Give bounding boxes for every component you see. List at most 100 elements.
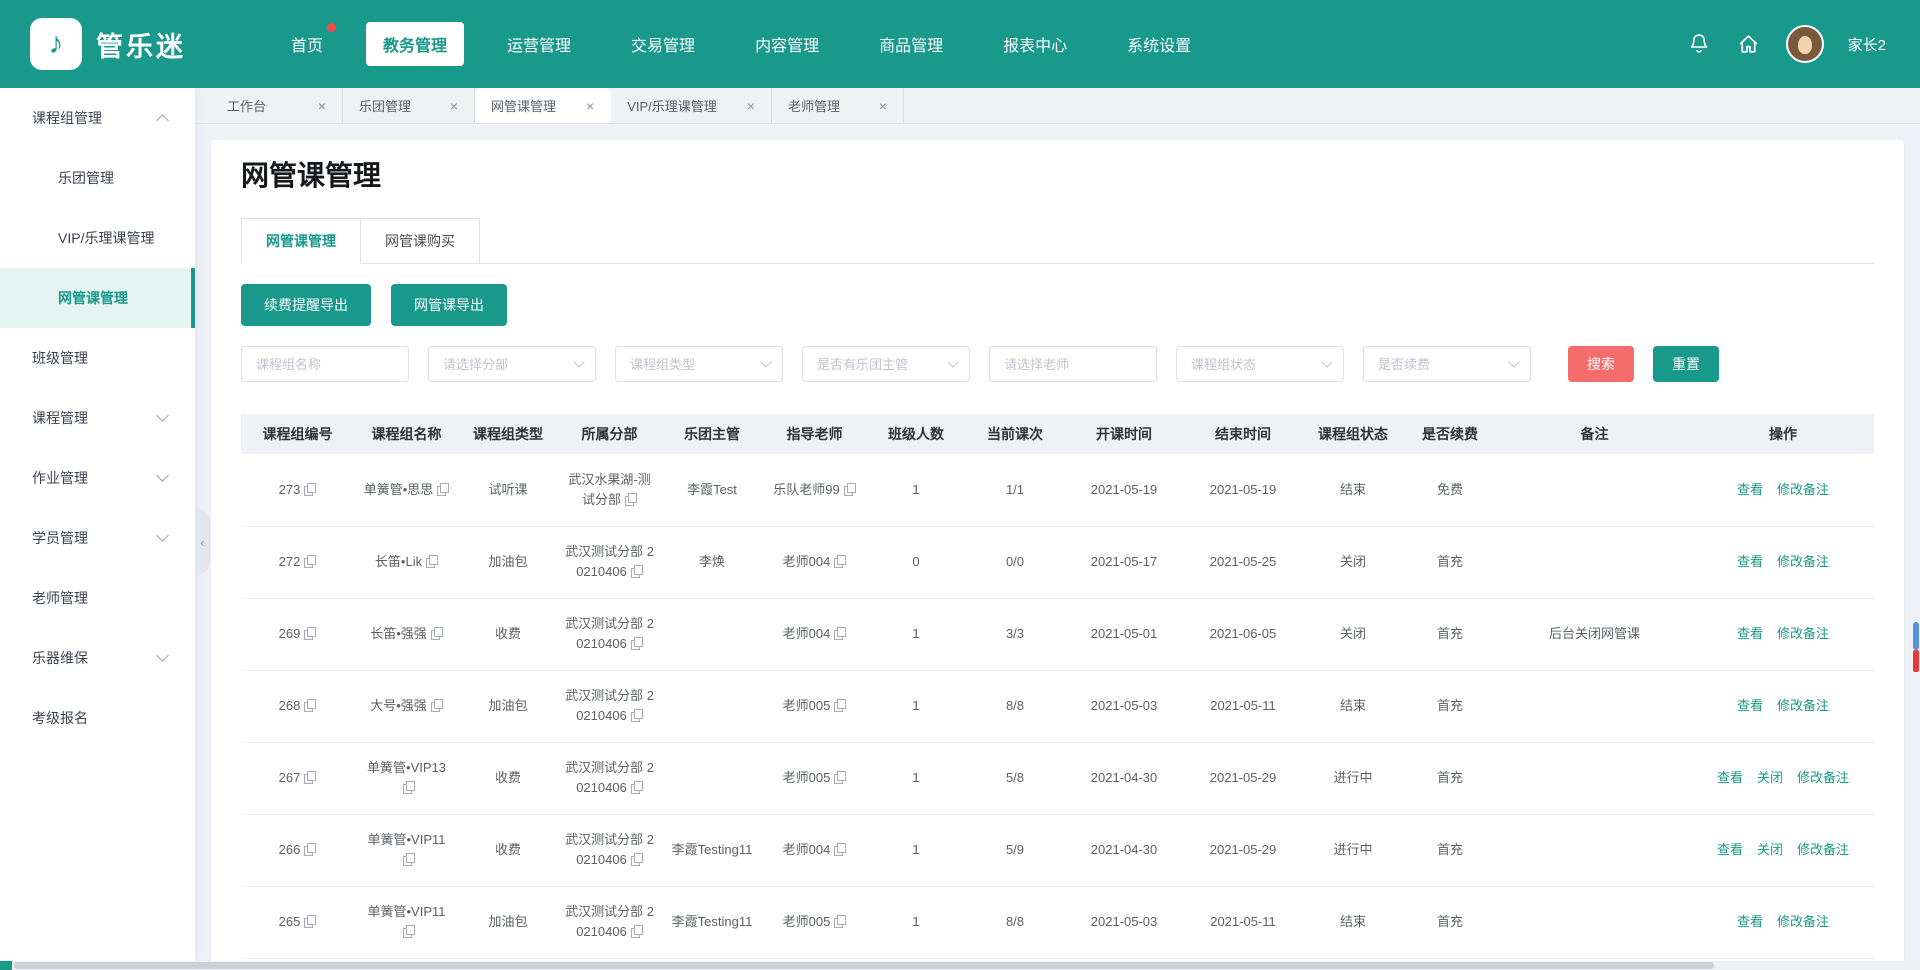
export-button[interactable]: 续费提醒导出 (241, 284, 371, 326)
copy-icon[interactable] (631, 637, 643, 649)
close-icon[interactable]: × (318, 99, 326, 113)
top-nav-item[interactable]: 内容管理 (738, 22, 836, 66)
copy-icon[interactable] (304, 627, 316, 639)
copy-icon[interactable] (834, 627, 846, 639)
edit-remark-link[interactable]: 修改备注 (1777, 698, 1829, 713)
copy-icon[interactable] (431, 627, 443, 639)
copy-icon[interactable] (625, 493, 637, 505)
filter-field[interactable] (989, 346, 1157, 382)
edit-remark-link[interactable]: 修改备注 (1797, 770, 1849, 785)
copy-icon[interactable] (304, 699, 316, 711)
copy-icon[interactable] (631, 709, 643, 721)
copy-icon[interactable] (834, 555, 846, 567)
open-page-tab[interactable]: 老师管理 × (772, 88, 904, 123)
sidebar-item[interactable]: 考级报名 (0, 688, 195, 748)
open-page-tab[interactable]: 乐团管理 × (343, 88, 475, 123)
top-nav-item[interactable]: 运营管理 (490, 22, 588, 66)
sidebar-collapse-handle[interactable]: ‹ (195, 508, 210, 576)
section-tab[interactable]: 网管课购买 (361, 218, 480, 263)
copy-icon[interactable] (834, 843, 846, 855)
search-button[interactable]: 搜索 (1568, 346, 1634, 382)
sidebar-item[interactable]: 网管课管理 (0, 268, 195, 328)
copy-icon[interactable] (426, 555, 438, 567)
close-icon[interactable]: × (450, 99, 458, 113)
export-button[interactable]: 网管课导出 (391, 284, 507, 326)
sidebar-item[interactable]: 乐团管理 (0, 148, 195, 208)
close-link[interactable]: 关闭 (1757, 842, 1783, 857)
edit-remark-link[interactable]: 修改备注 (1777, 554, 1829, 569)
close-icon[interactable]: × (879, 99, 887, 113)
sidebar-item[interactable]: 作业管理 (0, 448, 195, 508)
sidebar-item[interactable]: 乐器维保 (0, 628, 195, 688)
sidebar-item[interactable]: 学员管理 (0, 508, 195, 568)
user-name[interactable]: 家长2 (1848, 34, 1886, 55)
edit-remark-link[interactable]: 修改备注 (1777, 482, 1829, 497)
close-icon[interactable]: × (586, 99, 594, 113)
sidebar-item[interactable]: 课程组管理 (0, 88, 195, 148)
view-link[interactable]: 查看 (1737, 914, 1763, 929)
filter-input[interactable] (1368, 357, 1510, 372)
app-logo[interactable]: ♪ (30, 18, 82, 70)
edit-remark-link[interactable]: 修改备注 (1777, 626, 1829, 641)
close-icon[interactable]: × (747, 99, 755, 113)
view-link[interactable]: 查看 (1717, 842, 1743, 857)
top-nav-item[interactable]: 系统设置 (1110, 22, 1208, 66)
filter-input[interactable] (1181, 357, 1323, 372)
top-nav-item[interactable]: 教务管理 (366, 22, 464, 66)
filter-field[interactable] (428, 346, 596, 382)
copy-icon[interactable] (631, 565, 643, 577)
copy-icon[interactable] (304, 915, 316, 927)
filter-input[interactable] (807, 357, 949, 372)
view-link[interactable]: 查看 (1737, 626, 1763, 641)
sidebar-item[interactable]: 课程管理 (0, 388, 195, 448)
filter-field[interactable] (241, 346, 409, 382)
copy-icon[interactable] (844, 483, 856, 495)
open-page-tab[interactable]: 网管课管理 × (475, 88, 611, 123)
close-link[interactable]: 关闭 (1757, 770, 1783, 785)
copy-icon[interactable] (834, 771, 846, 783)
top-nav-item[interactable]: 交易管理 (614, 22, 712, 66)
copy-icon[interactable] (304, 843, 316, 855)
copy-icon[interactable] (631, 925, 643, 937)
copy-icon[interactable] (431, 699, 443, 711)
copy-icon[interactable] (304, 771, 316, 783)
filter-field[interactable] (1176, 346, 1344, 382)
home-icon[interactable] (1736, 31, 1762, 57)
copy-icon[interactable] (437, 483, 449, 495)
view-link[interactable]: 查看 (1737, 554, 1763, 569)
copy-icon[interactable] (304, 555, 316, 567)
bell-icon[interactable] (1686, 31, 1712, 57)
copy-icon[interactable] (403, 925, 415, 937)
sidebar-item[interactable]: 班级管理 (0, 328, 195, 388)
top-nav-item[interactable]: 商品管理 (862, 22, 960, 66)
copy-icon[interactable] (834, 915, 846, 927)
open-page-tab[interactable]: VIP/乐理课管理 × (611, 88, 772, 123)
copy-icon[interactable] (403, 781, 415, 793)
copy-icon[interactable] (834, 699, 846, 711)
open-page-tab[interactable]: 工作台 × (211, 88, 343, 123)
copy-icon[interactable] (631, 781, 643, 793)
filter-input[interactable] (433, 357, 575, 372)
view-link[interactable]: 查看 (1737, 482, 1763, 497)
sidebar-item[interactable]: VIP/乐理课管理 (0, 208, 195, 268)
filter-field[interactable] (615, 346, 783, 382)
copy-icon[interactable] (304, 483, 316, 495)
top-nav-item[interactable]: 报表中心 (986, 22, 1084, 66)
filter-input[interactable] (246, 357, 396, 372)
reset-button[interactable]: 重置 (1653, 346, 1719, 382)
horizontal-scrollbar-thumb[interactable] (14, 962, 1714, 969)
top-nav-item[interactable]: 首页 (274, 22, 340, 66)
edit-remark-link[interactable]: 修改备注 (1777, 914, 1829, 929)
filter-field[interactable] (802, 346, 970, 382)
copy-icon[interactable] (631, 853, 643, 865)
filter-input[interactable] (994, 357, 1144, 372)
copy-icon[interactable] (403, 853, 415, 865)
filter-input[interactable] (620, 357, 762, 372)
view-link[interactable]: 查看 (1717, 770, 1743, 785)
filter-field[interactable] (1363, 346, 1531, 382)
sidebar-item[interactable]: 老师管理 (0, 568, 195, 628)
view-link[interactable]: 查看 (1737, 698, 1763, 713)
user-avatar[interactable] (1786, 25, 1824, 63)
edit-remark-link[interactable]: 修改备注 (1797, 842, 1849, 857)
section-tab[interactable]: 网管课管理 (241, 218, 361, 264)
